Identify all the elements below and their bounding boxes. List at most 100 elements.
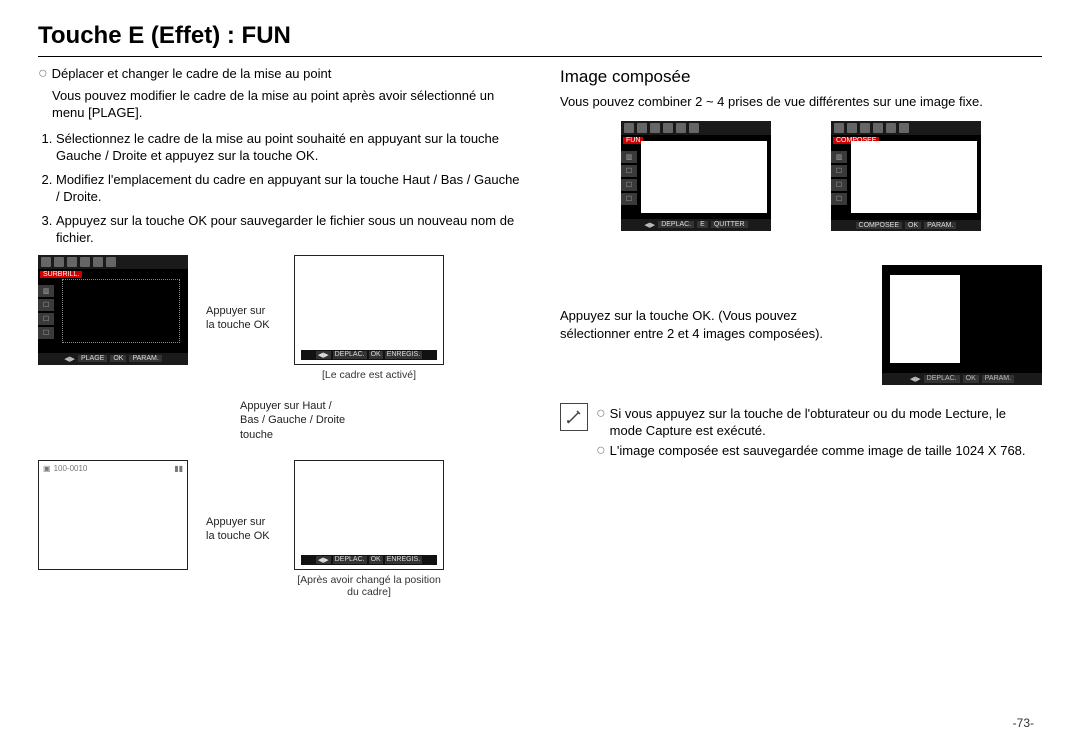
right-heading: Image composée: [560, 67, 1042, 87]
bar-composee: COMPOSEE: [856, 222, 902, 229]
bar-enreg: ENREGIS.: [385, 556, 422, 564]
lcd-topbar: [38, 255, 188, 269]
mode-icons: [834, 123, 909, 133]
columns: ○ Déplacer et changer le cadre de la mis…: [38, 63, 1042, 598]
bar-deplac: DEPLAC.: [658, 221, 694, 228]
figure-row-1: SURBRILL. ▥ ☐ ☐ ☐ ◀▶ PLAGE: [38, 255, 520, 381]
bar-ok: OK: [963, 375, 979, 383]
nav-glyph: ◀▶: [316, 556, 331, 564]
lcd-composee: COMPOSEE ▥☐☐☐ COMPOSEE OK PARAM.: [831, 121, 981, 231]
file-index-visible: 100-0010: [54, 464, 88, 473]
nav-glyph: ◀▶: [64, 355, 75, 363]
side-thumbs: ▥☐☐☐: [831, 151, 847, 207]
bar-deplac: DEPLAC.: [924, 375, 960, 383]
frame-moved-caption: [Après avoir changé la position du cadre…: [294, 574, 444, 598]
page-title: Touche E (Effet) : FUN: [38, 18, 1042, 56]
lcd-topbar: [831, 121, 981, 135]
mode-icons: [41, 257, 116, 267]
left-bullet-text: Déplacer et changer le cadre de la mise …: [52, 65, 332, 83]
lcd-body: [641, 141, 767, 213]
bullet-icon: ○: [596, 407, 606, 421]
thumb-icon: ☐: [38, 327, 54, 339]
thumb-icon: ▥: [38, 285, 54, 297]
note-list: ○ Si vous appuyez sur la touche de l'obt…: [596, 403, 1042, 460]
arrow-hbgd: Appuyer sur Haut / Bas / Gauche / Droite…: [240, 399, 350, 442]
mode-icon: [67, 257, 77, 267]
bar-ok: OK: [369, 556, 383, 564]
lcd-bottombar: ◀▶ DEPLAC. E QUITTER: [621, 219, 771, 231]
right-column: Image composée Vous pouvez combiner 2 ~ …: [560, 63, 1042, 598]
left-intro: Vous pouvez modifier le cadre de la mise…: [52, 87, 520, 122]
left-column: ○ Déplacer et changer le cadre de la mis…: [38, 63, 520, 598]
page-number: -73-: [1013, 716, 1034, 730]
arrow-ok-1: Appuyer sur la touche OK: [206, 304, 276, 333]
mode-icons: [624, 123, 699, 133]
lcd-bottombar: COMPOSEE OK PARAM.: [831, 220, 981, 231]
note-2-text: L'image composée est sauvegardée comme i…: [610, 442, 1026, 460]
steps-list: Sélectionnez le cadre de la mise au poin…: [56, 130, 520, 247]
figure-frame-moved: ◀▶ DEPLAC. OK ENREGIS. [Après avoir chan…: [294, 460, 444, 598]
bottom-param: PARAM.: [129, 355, 161, 362]
lcd-body: [851, 141, 977, 213]
thumb-icon: ☐: [38, 299, 54, 311]
bottom-plage: PLAGE: [78, 355, 107, 362]
bar-deplac: DEPLAC.: [333, 351, 367, 359]
manual-page: Touche E (Effet) : FUN ○ Déplacer et cha…: [0, 0, 1080, 746]
focus-frame-outline: [62, 279, 180, 343]
frame-active-box: ◀▶ DEPLAC. OK ENREGIS.: [294, 255, 444, 365]
arrow-ok-2: Appuyer sur la touche OK: [206, 515, 276, 544]
frame-active-caption: [Le cadre est activé]: [294, 369, 444, 381]
nav-glyph: ◀▶: [316, 351, 331, 359]
right-hint: Appuyez sur la touche OK. (Vous pouvez s…: [560, 307, 852, 342]
play-icon: ▣: [43, 464, 51, 473]
right-intro: Vous pouvez combiner 2 ~ 4 prises de vue…: [560, 93, 1042, 111]
frame-moved-bar: ◀▶ DEPLAC. OK ENREGIS.: [301, 555, 437, 565]
step-1: Sélectionnez le cadre de la mise au poin…: [56, 130, 520, 165]
left-bullet: ○ Déplacer et changer le cadre de la mis…: [38, 65, 520, 83]
side-thumbs: ▥☐☐☐: [621, 151, 637, 207]
lcd-body: [58, 275, 184, 347]
bar-ok: OK: [369, 351, 383, 359]
split-left-pane: [890, 275, 960, 363]
bar-e-key: E: [697, 221, 708, 228]
right-lcds-row: FUN ▥☐☐☐ ◀▶ DEPLAC. E QUITTER: [560, 121, 1042, 231]
step-3: Appuyez sur la touche OK pour sauvegarde…: [56, 212, 520, 247]
bar-quitter: QUITTER: [711, 221, 748, 228]
result-preview: ▣ ▣ 100-0010 100-0010 ▮▮: [38, 460, 188, 570]
lcd-bottombar: ◀▶ PLAGE OK PARAM.: [38, 353, 188, 365]
figure-row-mid: Appuyer sur Haut / Bas / Gauche / Droite…: [38, 399, 520, 442]
nav-glyph: ◀▶: [644, 221, 655, 229]
bar-deplac: DEPLAC.: [333, 556, 367, 564]
note-2: ○ L'image composée est sauvegardée comme…: [596, 442, 1042, 460]
bar-enreg: ENREGIS.: [385, 351, 422, 359]
bar-param: PARAM.: [982, 375, 1014, 383]
split-right-pane: [964, 275, 1034, 363]
lcd-surbrill: SURBRILL. ▥ ☐ ☐ ☐ ◀▶ PLAGE: [38, 255, 188, 365]
figure-row-2: ▣ ▣ 100-0010 100-0010 ▮▮ Appuyer sur la …: [38, 460, 520, 598]
frame-moved-box: ◀▶ DEPLAC. OK ENREGIS.: [294, 460, 444, 570]
mode-icon: [93, 257, 103, 267]
note-icon: [560, 403, 588, 431]
battery-icon: ▮▮: [174, 464, 183, 473]
lcd-topbar: [621, 121, 771, 135]
result-top-info: ▣ ▣ 100-0010 100-0010: [43, 464, 87, 473]
frame-active-bar: ◀▶ DEPLAC. OK ENREGIS.: [301, 350, 437, 360]
bottom-ok-key: OK: [110, 355, 126, 362]
lcd-split-preview: ◀▶ DEPLAC. OK PARAM.: [882, 265, 1042, 385]
bar-ok: OK: [905, 222, 921, 229]
mode-icon: [80, 257, 90, 267]
nav-glyph: ◀▶: [910, 375, 921, 383]
mode-icon: [54, 257, 64, 267]
title-bar: Touche E (Effet) : FUN: [38, 18, 1042, 57]
figure-frame-active: ◀▶ DEPLAC. OK ENREGIS. [Le cadre est act…: [294, 255, 444, 381]
note-block: ○ Si vous appuyez sur la touche de l'obt…: [560, 403, 1042, 460]
side-thumbs: ▥ ☐ ☐ ☐: [38, 285, 54, 341]
note-1: ○ Si vous appuyez sur la touche de l'obt…: [596, 405, 1042, 440]
lcd-fun: FUN ▥☐☐☐ ◀▶ DEPLAC. E QUITTER: [621, 121, 771, 231]
bullet-icon: ○: [38, 67, 48, 81]
left-figures: SURBRILL. ▥ ☐ ☐ ☐ ◀▶ PLAGE: [38, 255, 520, 598]
bar-param: PARAM.: [924, 222, 956, 229]
note-1-text: Si vous appuyez sur la touche de l'obtur…: [610, 405, 1042, 440]
bullet-icon: ○: [596, 444, 606, 458]
right-hint-row: Appuyez sur la touche OK. (Vous pouvez s…: [560, 265, 1042, 385]
